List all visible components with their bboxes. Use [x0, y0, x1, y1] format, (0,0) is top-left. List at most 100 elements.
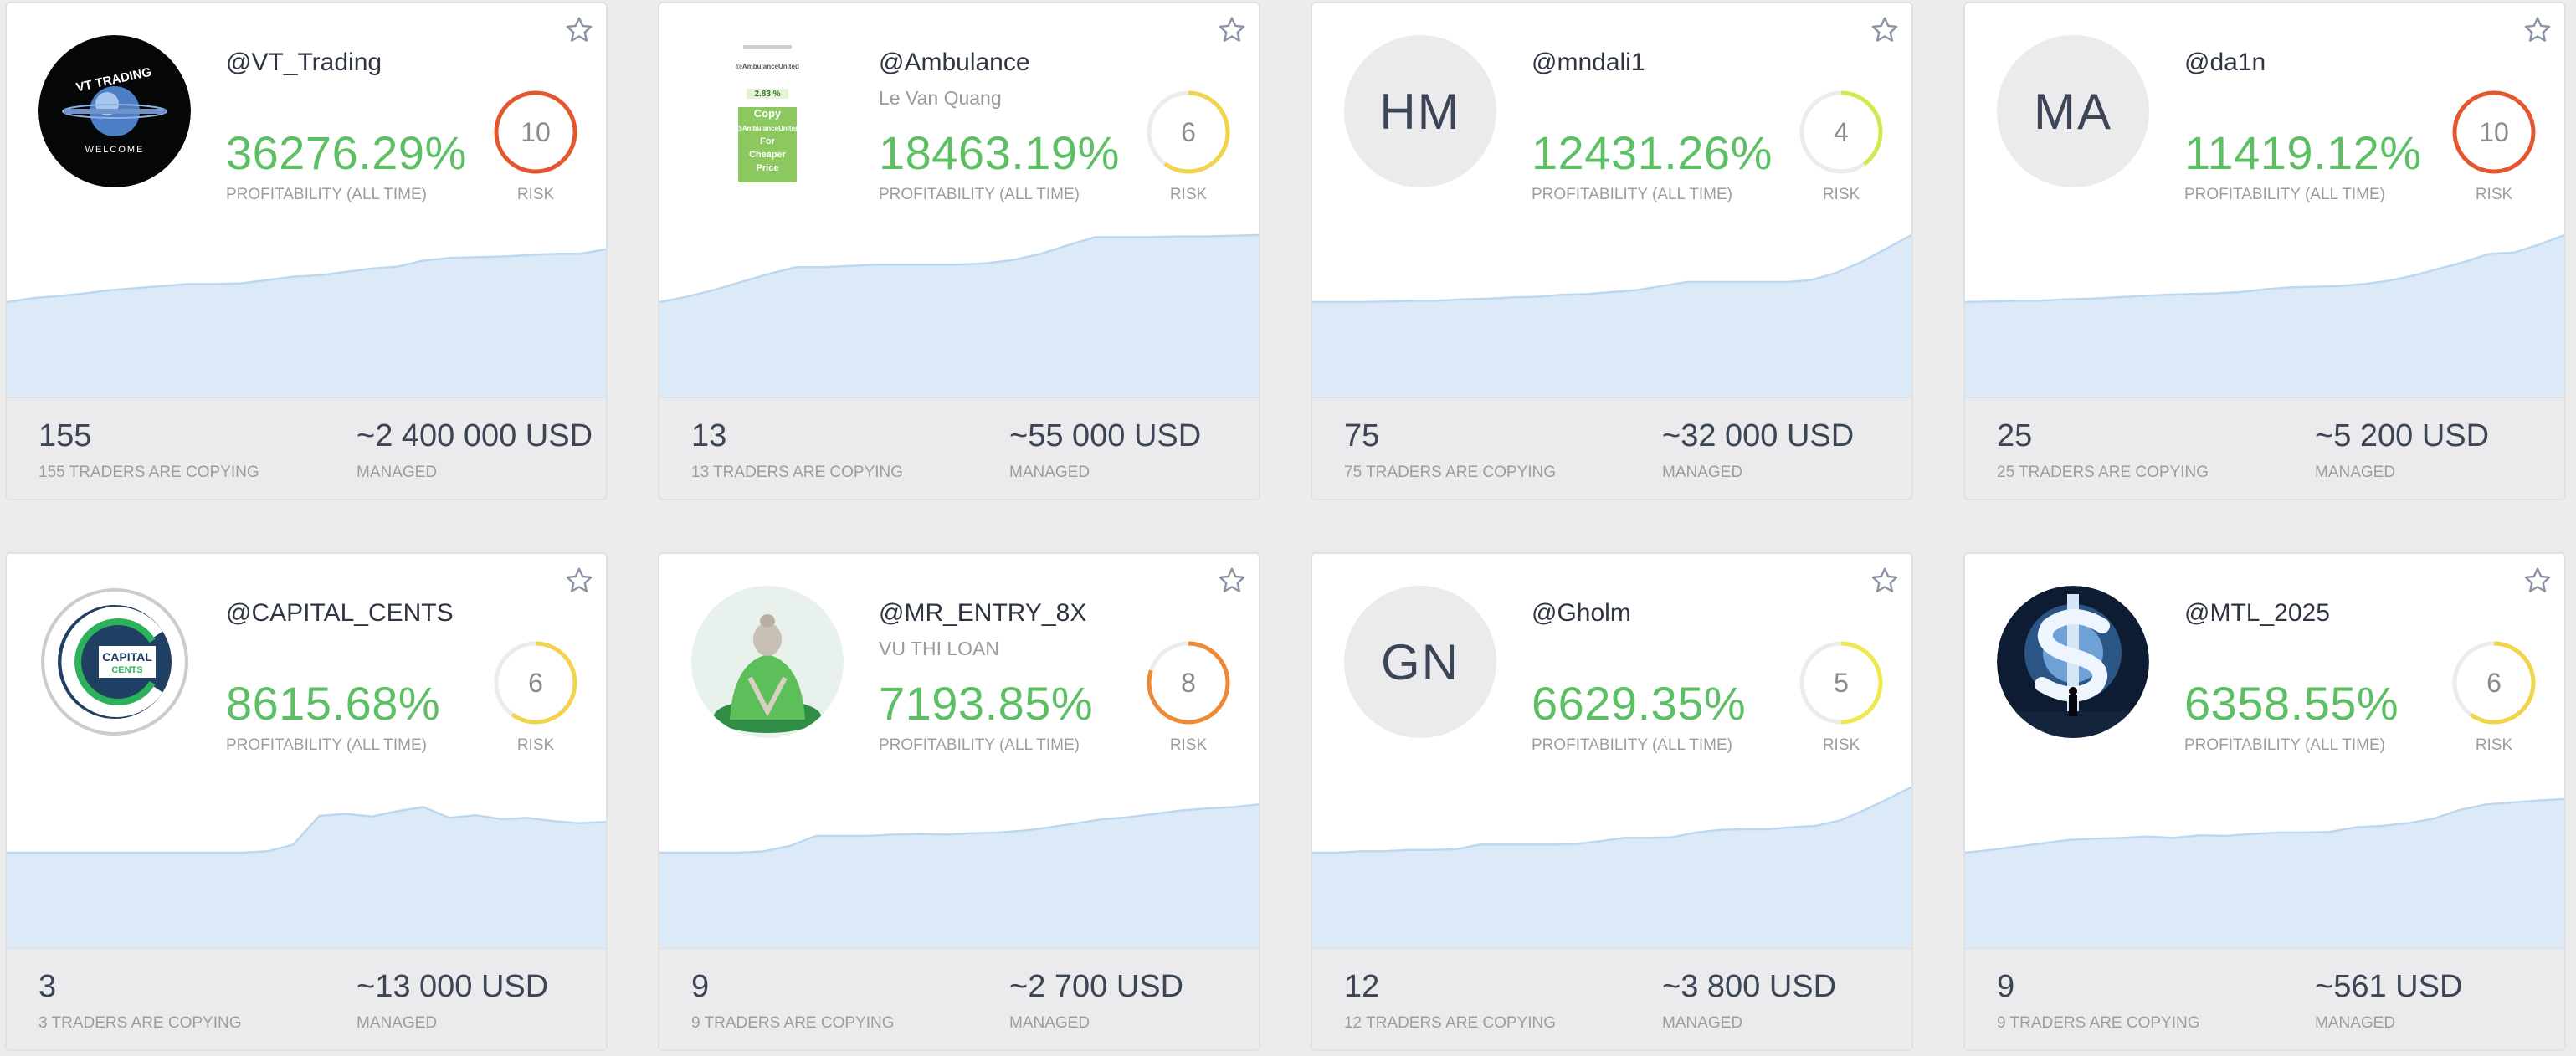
card-footer: 25 25 TRADERS ARE COPYING ~5 200 USD MAN… [1965, 397, 2564, 499]
trader-card[interactable]: @MR_ENTRY_8X VU THI LOAN 7193.85% PROFIT… [658, 552, 1260, 1051]
managed-label: MANAGED [2315, 1014, 2396, 1032]
risk-score: 6 [2486, 667, 2502, 698]
star-icon[interactable] [564, 15, 594, 45]
avatar[interactable]: MA [1997, 35, 2149, 187]
profitability-value: 7193.85% [879, 677, 1094, 730]
performance-chart-area [1312, 787, 1911, 951]
profitability-value: 11419.12% [2184, 126, 2422, 179]
managed-amount: ~2 400 000 USD [357, 418, 593, 454]
card-footer: 13 13 TRADERS ARE COPYING ~55 000 USD MA… [659, 397, 1259, 499]
trader-card[interactable]: MA @da1n 11419.12% PROFITABILITY (ALL TI… [1963, 2, 2566, 500]
trader-handle[interactable]: @MTL_2025 [2184, 599, 2330, 628]
avatar-logo-text: Cheaper [749, 150, 787, 160]
trader-card[interactable]: HM @mndali1 12431.26% PROFITABILITY (ALL… [1311, 2, 1913, 500]
avatar-logo-text: CENTS [111, 665, 142, 675]
managed-label: MANAGED [1662, 464, 1743, 481]
risk-label: RISK [1822, 186, 1860, 203]
card-footer: 9 9 TRADERS ARE COPYING ~2 700 USD MANAG… [659, 948, 1259, 1049]
risk-label: RISK [1822, 736, 1860, 754]
card-footer: 12 12 TRADERS ARE COPYING ~3 800 USD MAN… [1312, 948, 1911, 1049]
star-icon[interactable] [1217, 566, 1247, 596]
managed-amount: ~32 000 USD [1662, 418, 1855, 454]
risk-score: 8 [1181, 667, 1196, 698]
risk-label: RISK [1169, 186, 1208, 203]
managed-label: MANAGED [357, 464, 438, 481]
profitability-label: PROFITABILITY (ALL TIME) [879, 736, 1080, 754]
trader-card[interactable]: GN @Gholm 6629.35% PROFITABILITY (ALL TI… [1311, 552, 1913, 1051]
trader-card[interactable]: VT TRADING WELCOME @VT_Trading 36276.29% … [5, 2, 608, 500]
profitability-value: 8615.68% [226, 677, 441, 730]
trader-handle[interactable]: @MR_ENTRY_8X [879, 599, 1086, 628]
profitability-label: PROFITABILITY (ALL TIME) [1532, 186, 1733, 203]
avatar[interactable]: GN [1344, 586, 1496, 738]
managed-label: MANAGED [357, 1014, 438, 1032]
performance-chart [1965, 797, 2564, 951]
avatar-logo-text: @AmbulanceUnited [736, 63, 799, 70]
avatar-logo-text: Copy [754, 107, 782, 120]
trader-card[interactable]: @MTL_2025 6358.55% PROFITABILITY (ALL TI… [1963, 552, 2566, 1051]
trader-handle[interactable]: @mndali1 [1532, 49, 1645, 77]
profitability-value: 36276.29% [226, 126, 467, 179]
risk-label: RISK [2475, 736, 2513, 754]
copiers-label: 25 TRADERS ARE COPYING [1997, 464, 2209, 481]
avatar[interactable]: CAPITAL CENTS [38, 586, 191, 738]
profitability-value: 12431.26% [1532, 126, 1773, 179]
avatar-initials: HM [1379, 83, 1461, 140]
card-footer: 75 75 TRADERS ARE COPYING ~32 000 USD MA… [1312, 397, 1911, 499]
risk-score: 5 [1834, 667, 1849, 698]
avatar-logo: @AmbulanceUnited 2.83 % Copy @AmbulanceUnit… [691, 35, 844, 187]
risk-score: 4 [1834, 116, 1849, 147]
avatar-logo: VT TRADINGWELCOME [38, 35, 191, 187]
performance-chart-area [1965, 799, 2564, 951]
trader-card[interactable]: CAPITAL CENTS @CAPITAL_CENTS 8615.68% PRO… [5, 552, 608, 1051]
avatar-initials: GN [1381, 633, 1460, 690]
avatar-logo [691, 586, 844, 738]
copiers-label: 155 TRADERS ARE COPYING [38, 464, 259, 481]
trader-handle[interactable]: @Ambulance [879, 49, 1030, 77]
managed-label: MANAGED [2315, 464, 2396, 481]
trader-handle[interactable]: @VT_Trading [226, 49, 382, 77]
avatar-logo: CAPITALCENTS [38, 586, 191, 738]
performance-chart-area [659, 804, 1259, 951]
star-icon[interactable] [1870, 566, 1900, 596]
performance-chart-area [1312, 235, 1911, 401]
performance-chart-area [7, 249, 606, 401]
avatar-logo-text: 2.83 % [754, 90, 780, 99]
copiers-label: 3 TRADERS ARE COPYING [38, 1014, 242, 1032]
performance-chart [7, 806, 606, 951]
profitability-value: 18463.19% [879, 126, 1120, 179]
avatar[interactable]: HM [1344, 35, 1496, 187]
managed-amount: ~5 200 USD [2315, 418, 2490, 454]
profitability-label: PROFITABILITY (ALL TIME) [2184, 736, 2386, 754]
avatar[interactable] [1997, 586, 2149, 738]
avatar[interactable]: @AmbulanceUnited 2.83 % Copy @AmbulanceUnit… [691, 35, 844, 187]
managed-amount: ~13 000 USD [357, 969, 549, 1004]
avatar[interactable] [691, 586, 844, 738]
performance-chart [659, 803, 1259, 951]
trader-card[interactable]: @AmbulanceUnited 2.83 % Copy @AmbulanceUnit… [658, 2, 1260, 500]
profitability-label: PROFITABILITY (ALL TIME) [879, 186, 1080, 203]
managed-label: MANAGED [1009, 464, 1090, 481]
trader-handle[interactable]: @da1n [2184, 49, 2266, 77]
star-icon[interactable] [2522, 15, 2553, 45]
card-footer: 155 155 TRADERS ARE COPYING ~2 400 000 U… [7, 397, 606, 499]
profitability-label: PROFITABILITY (ALL TIME) [2184, 186, 2386, 203]
performance-chart-area [1965, 235, 2564, 401]
star-icon[interactable] [1217, 15, 1247, 45]
trader-handle[interactable]: @Gholm [1532, 599, 1631, 628]
risk-label: RISK [1169, 736, 1208, 754]
trader-handle[interactable]: @CAPITAL_CENTS [226, 599, 454, 628]
avatar-logo-text: @AmbulanceUnited [736, 125, 799, 132]
copiers-label: 9 TRADERS ARE COPYING [1997, 1014, 2200, 1032]
copiers-label: 13 TRADERS ARE COPYING [691, 464, 904, 481]
copiers-count: 3 [38, 969, 57, 1004]
star-icon[interactable] [564, 566, 594, 596]
trader-name: Le Van Quang [879, 87, 1002, 109]
performance-chart [7, 248, 606, 401]
star-icon[interactable] [2522, 566, 2553, 596]
risk-label: RISK [516, 736, 555, 754]
copiers-count: 25 [1997, 418, 2033, 454]
copiers-count: 12 [1344, 969, 1380, 1004]
star-icon[interactable] [1870, 15, 1900, 45]
avatar[interactable]: VT TRADING WELCOME [38, 35, 191, 187]
